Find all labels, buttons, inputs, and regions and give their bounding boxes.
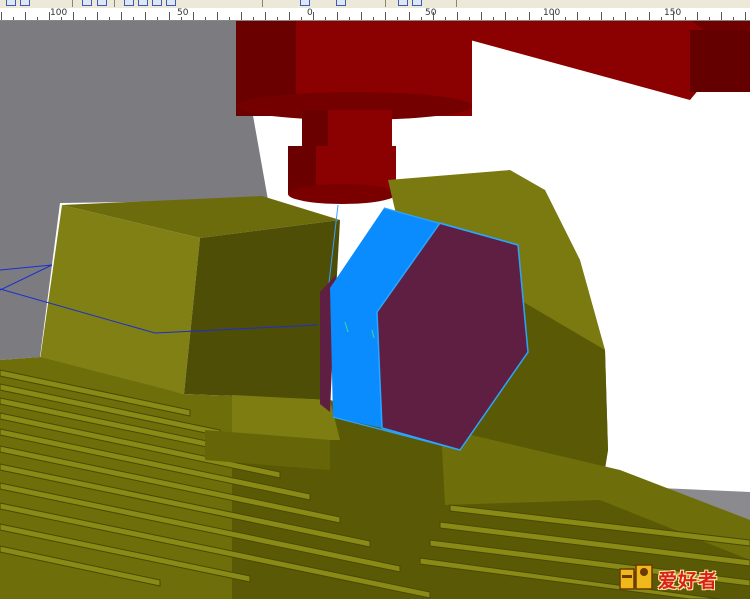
toolbar-icon-11[interactable] xyxy=(398,0,408,6)
ruler-tick xyxy=(409,12,410,20)
ruler-tick xyxy=(157,17,158,20)
ruler-tick xyxy=(301,17,302,20)
tool-holder-bottom xyxy=(288,184,396,204)
toolbar-separator xyxy=(262,0,263,7)
toolbar-separator xyxy=(114,0,115,7)
toolbar-icon-10[interactable] xyxy=(336,0,346,6)
toolbar-icon-1[interactable] xyxy=(6,0,16,6)
ruler-tick xyxy=(445,17,446,20)
ruler-tick xyxy=(577,12,578,20)
ruler-tick xyxy=(109,17,110,20)
toolbar-icon-3[interactable] xyxy=(82,0,92,6)
toolbar-icon-9[interactable] xyxy=(300,0,310,6)
watermark-logo-text: 爱好者 xyxy=(658,570,719,592)
toolbar-icon-4[interactable] xyxy=(97,0,107,6)
ruler-tick xyxy=(145,12,146,20)
ruler-tick xyxy=(385,12,386,20)
fixture-left-block-side xyxy=(184,220,340,400)
ruler-tick xyxy=(481,12,482,20)
ruler-tick xyxy=(649,12,650,20)
horizontal-ruler: 100 50 0 50 100 150 xyxy=(0,8,750,21)
ruler-tick xyxy=(217,12,218,20)
ruler-tick xyxy=(637,17,638,20)
ruler-tick xyxy=(733,17,734,20)
ruler-tick xyxy=(433,12,434,20)
toolbar-icon-8[interactable] xyxy=(166,0,176,6)
ruler-tick xyxy=(289,12,290,20)
toolbar-icon-12[interactable] xyxy=(412,0,422,6)
toolbar-icon-6[interactable] xyxy=(138,0,148,6)
ruler-tick xyxy=(505,12,506,20)
ruler-tick xyxy=(73,12,74,20)
ruler-tick xyxy=(253,17,254,20)
ruler-tick xyxy=(121,12,122,20)
ruler-tick xyxy=(565,17,566,20)
ruler-tick xyxy=(721,12,722,20)
ruler-tick xyxy=(397,17,398,20)
watermark-logo: 爱好者 xyxy=(618,561,746,595)
ruler-tick xyxy=(313,12,314,20)
ruler-tick xyxy=(745,12,746,20)
ruler-tick xyxy=(517,17,518,20)
toolbar-icon-2[interactable] xyxy=(20,0,30,6)
ruler-tick xyxy=(553,12,554,20)
ruler-tick xyxy=(193,12,194,20)
toolbar-separator xyxy=(72,0,73,7)
machining-simulation-viewport[interactable] xyxy=(0,20,750,599)
ruler-label-100: 100 xyxy=(543,8,561,18)
ruler-tick xyxy=(349,17,350,20)
ruler-tick xyxy=(709,17,710,20)
ruler-label-neg-50: 50 xyxy=(177,8,189,18)
ruler-tick xyxy=(373,17,374,20)
ruler-tick xyxy=(493,17,494,20)
toolbar-icon-7[interactable] xyxy=(152,0,162,6)
ruler-tick xyxy=(181,17,182,20)
ruler-tick xyxy=(97,12,98,20)
ruler-tick xyxy=(673,12,674,20)
ruler-tick xyxy=(49,12,50,20)
ruler-tick xyxy=(685,17,686,20)
machinist-logo-icon xyxy=(619,564,653,590)
toolbar-separator xyxy=(385,0,386,7)
ruler-tick xyxy=(37,17,38,20)
ruler-tick xyxy=(361,12,362,20)
ruler-tick xyxy=(337,12,338,20)
ruler-tick xyxy=(601,12,602,20)
ruler-tick xyxy=(169,12,170,20)
ruler-tick xyxy=(529,12,530,20)
ruler-tick xyxy=(421,17,422,20)
ruler-tick xyxy=(85,17,86,20)
toolbar-icon-5[interactable] xyxy=(124,0,134,6)
ruler-tick xyxy=(541,17,542,20)
ruler-label-neg-100: 100 xyxy=(50,8,68,18)
ruler-tick xyxy=(229,17,230,20)
ruler-tick xyxy=(613,17,614,20)
ruler-label-0: 0 xyxy=(307,8,313,18)
ruler-tick xyxy=(205,17,206,20)
ruler-tick xyxy=(469,17,470,20)
ruler-tick xyxy=(13,17,14,20)
ruler-tick xyxy=(61,17,62,20)
ruler-tick xyxy=(133,17,134,20)
ruler-tick xyxy=(1,12,2,20)
ruler-tick xyxy=(25,12,26,20)
ruler-tick xyxy=(241,12,242,20)
toolbar-separator xyxy=(456,0,457,7)
ruler-tick xyxy=(625,12,626,20)
ruler-tick xyxy=(457,12,458,20)
ruler-label-50: 50 xyxy=(425,8,437,18)
ruler-tick xyxy=(325,17,326,20)
spindle-head-arm-dark xyxy=(690,30,750,92)
ruler-tick xyxy=(661,17,662,20)
ruler-tick xyxy=(697,12,698,20)
spindle-neck-shade xyxy=(302,110,328,150)
ruler-tick xyxy=(589,17,590,20)
ruler-tick xyxy=(265,12,266,20)
ruler-tick xyxy=(277,17,278,20)
